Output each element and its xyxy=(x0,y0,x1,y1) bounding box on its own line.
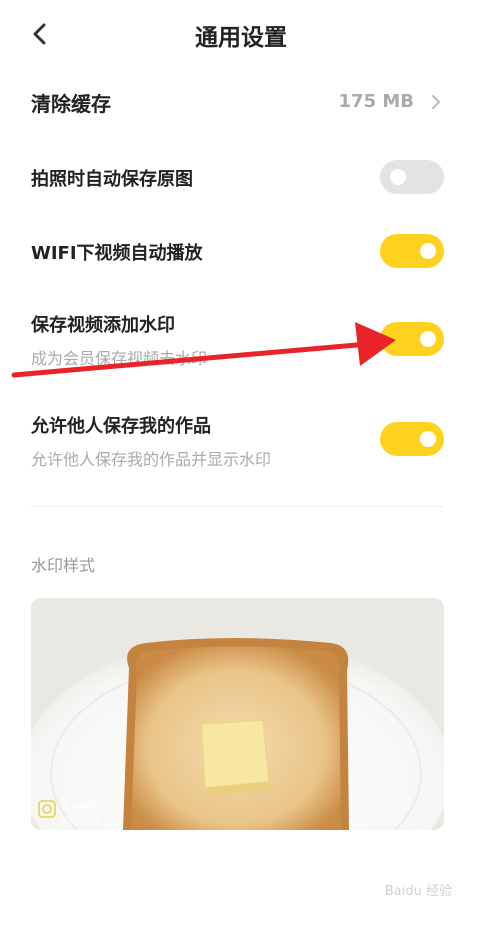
setting-subtitle: 允许他人保存我的作品并显示水印 xyxy=(31,450,272,469)
watermark-stamp-line1: 黄油相机 xyxy=(61,800,97,812)
watermark-stamp-line2: 记录好生活 xyxy=(61,814,101,824)
watermark-preview-image: 黄油相机 记录好生活 xyxy=(31,598,444,830)
chevron-right-icon xyxy=(432,95,440,109)
toggle-knob xyxy=(420,243,436,259)
toast-photo: 黄油相机 记录好生活 xyxy=(31,598,444,830)
page-title: 通用设置 xyxy=(195,25,287,51)
cache-size-value: 175 MB xyxy=(338,91,414,112)
watermark-style-label: 水印样式 xyxy=(31,556,96,575)
clear-cache-row[interactable]: 清除缓存 175 MB xyxy=(31,88,444,118)
baidu-watermark: Baidu 经验 xyxy=(384,884,452,899)
toggle-knob xyxy=(390,169,406,185)
toggle-knob xyxy=(420,431,436,447)
toggle-wifi-autoplay[interactable] xyxy=(380,234,444,268)
toggle-video-watermark[interactable] xyxy=(380,322,444,356)
toggle-knob xyxy=(420,331,436,347)
toggle-allow-save[interactable] xyxy=(380,422,444,456)
section-divider xyxy=(31,506,444,507)
toggle-save-original[interactable] xyxy=(380,160,444,194)
header-bar: 通用设置 xyxy=(0,0,482,70)
